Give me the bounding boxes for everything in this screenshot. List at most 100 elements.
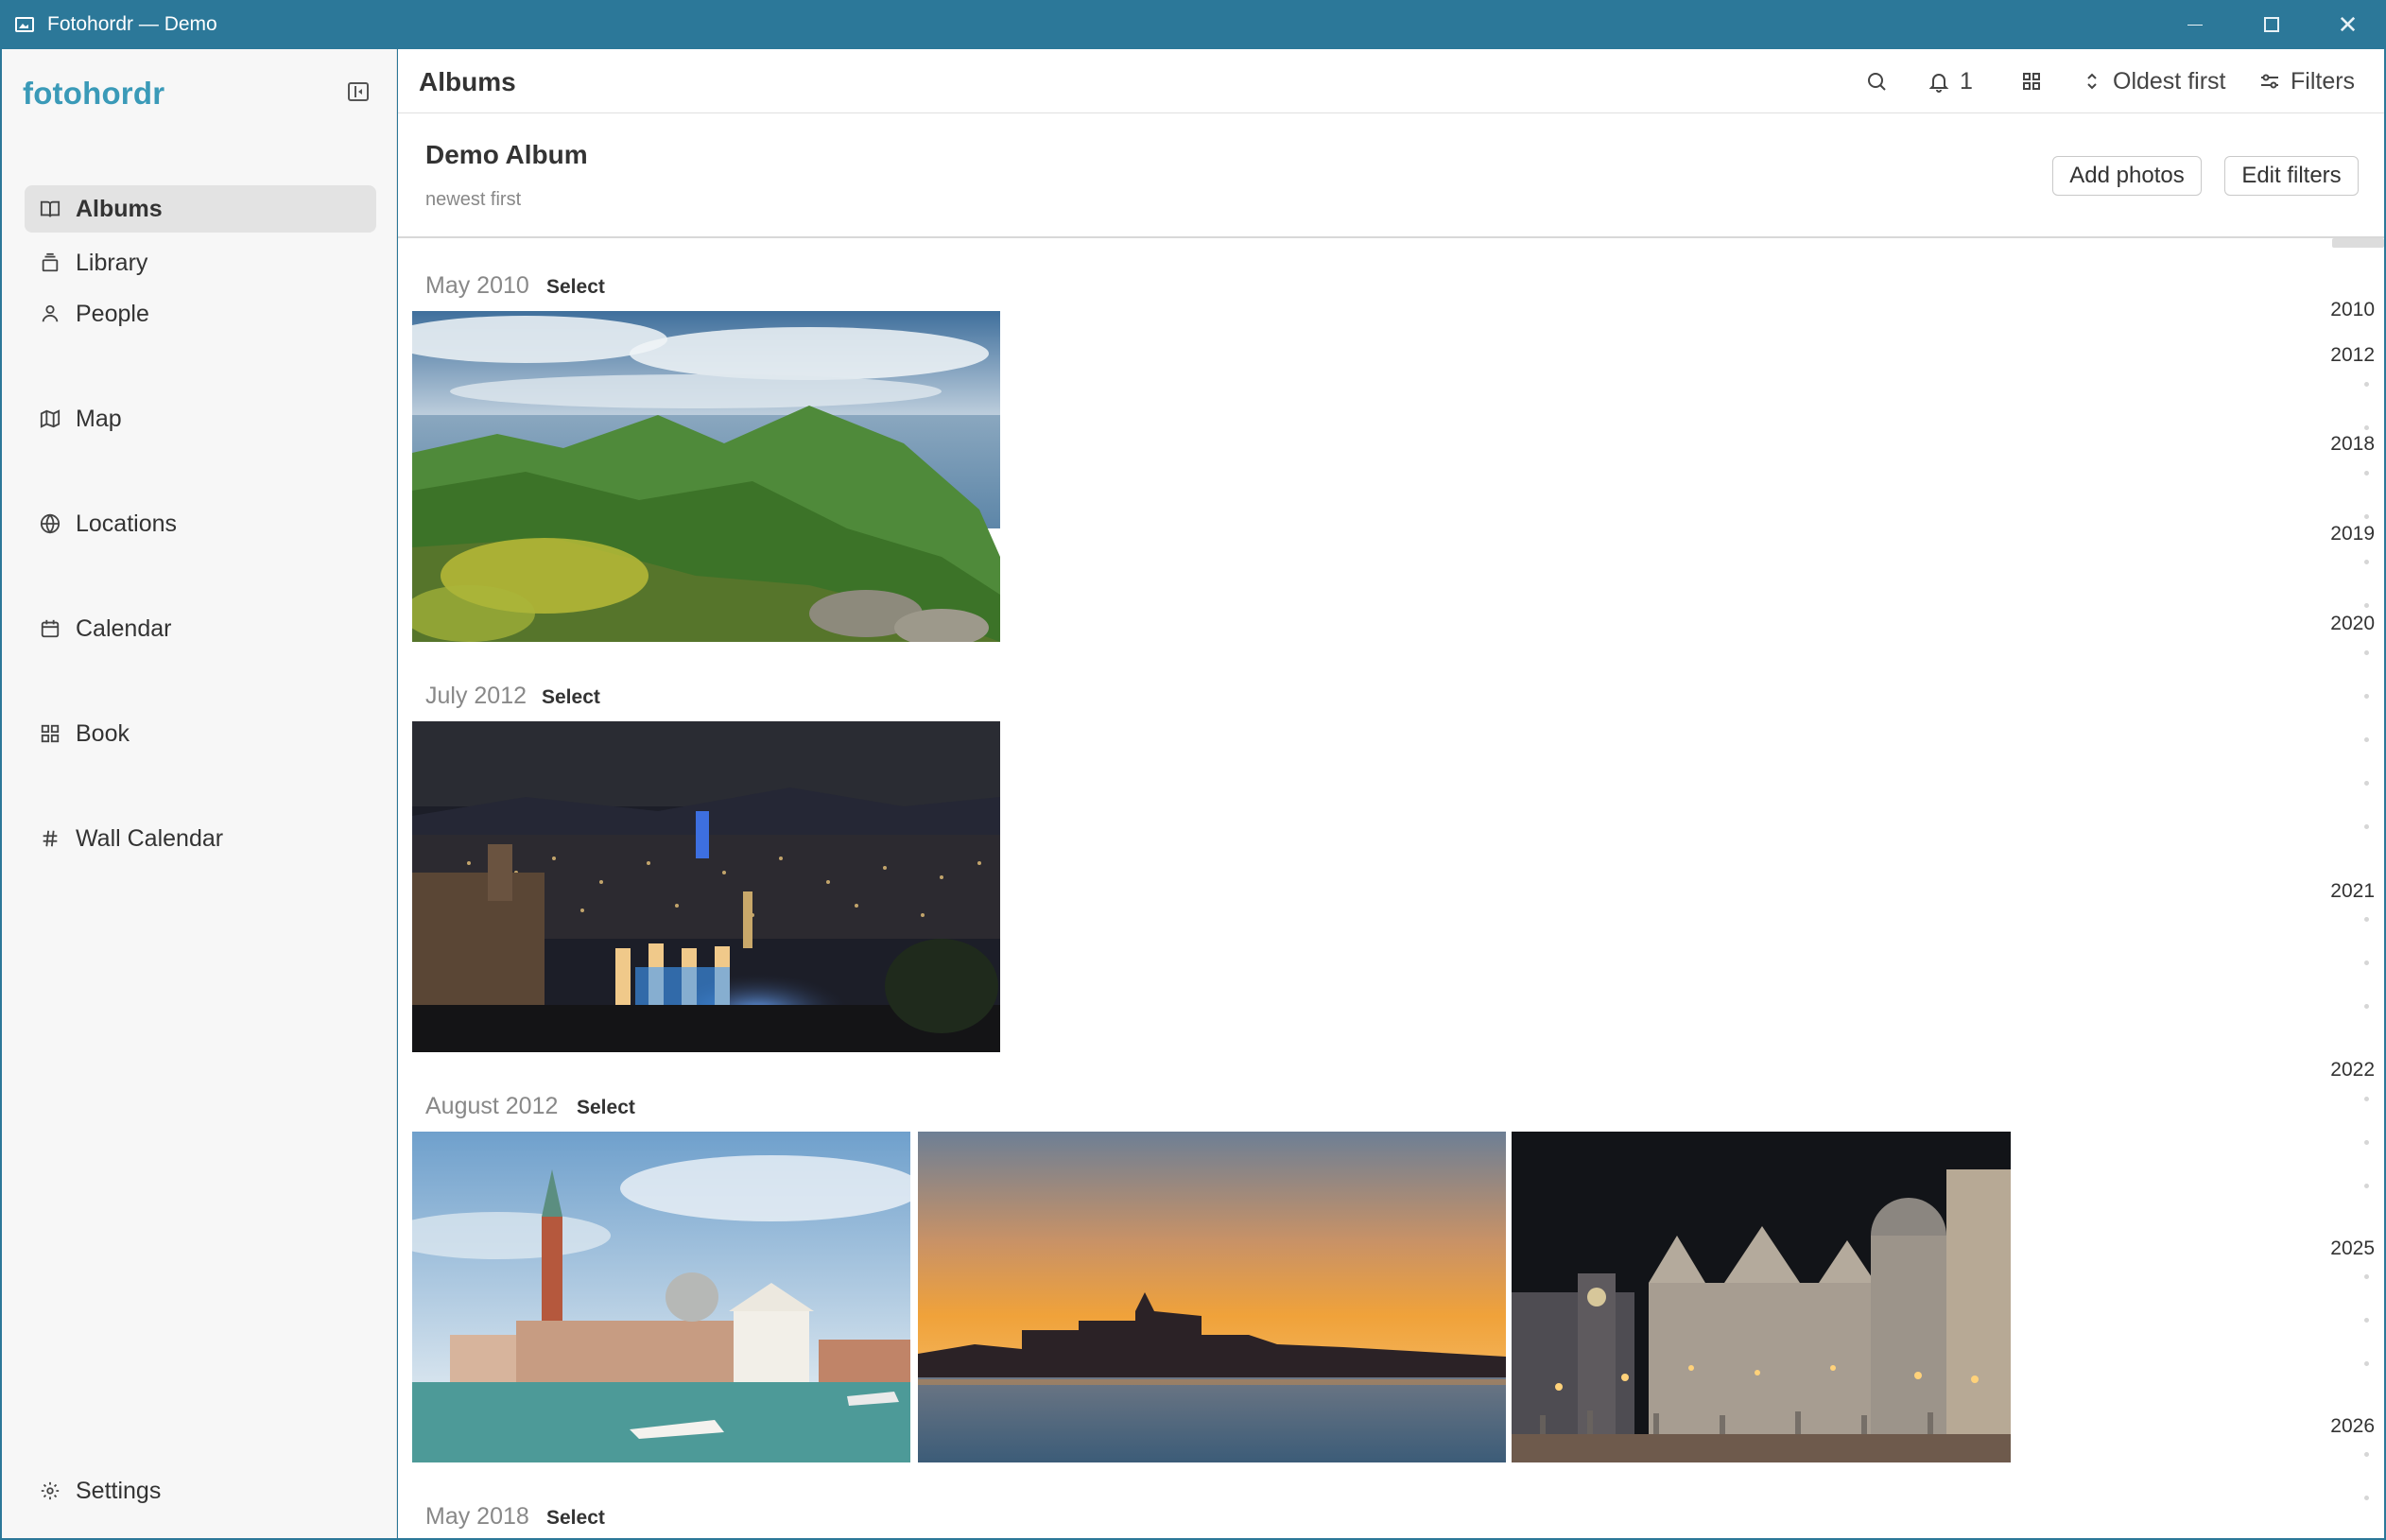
section-select-button[interactable]: Select — [577, 1097, 635, 1119]
timeline-scrubber[interactable]: 2010 2012 2018 2019 2020 2021 2022 2025 — [2308, 238, 2384, 1538]
sidebar-item-label: Wall Calendar — [76, 824, 224, 852]
timeline-dot — [2364, 1361, 2369, 1366]
notifications-button[interactable]: 1 — [1928, 66, 1973, 96]
timeline-dot — [2364, 1496, 2369, 1500]
page-title: Albums — [419, 67, 516, 96]
timeline-year[interactable]: 2020 — [2330, 613, 2375, 635]
timeline-thumb[interactable] — [2332, 238, 2384, 248]
library-icon — [40, 252, 61, 273]
photo-thumbnail[interactable] — [412, 721, 1000, 1052]
sidebar-item-label: Locations — [76, 510, 178, 537]
window-title: Fotohordr — Demo — [47, 13, 217, 35]
timeline-dot — [2364, 781, 2369, 786]
timeline-dot — [2364, 382, 2369, 387]
app-icon — [15, 17, 34, 32]
timeline-dot — [2364, 1140, 2369, 1145]
timeline-year[interactable]: 2018 — [2330, 433, 2375, 456]
sidebar-item-label: Albums — [76, 195, 163, 222]
filter-sliders-icon — [2261, 74, 2278, 89]
sidebar-item-wall-calendar[interactable]: Wall Calendar — [25, 815, 376, 862]
timeline-dot — [2364, 650, 2369, 655]
sort-label: Oldest first — [2113, 67, 2226, 95]
sidebar-item-book[interactable]: Book — [25, 710, 376, 757]
timeline-dot — [2364, 514, 2369, 519]
search-icon — [1868, 73, 1886, 91]
timeline-dot — [2364, 1184, 2369, 1188]
timeline-year[interactable]: 2026 — [2330, 1415, 2375, 1438]
timeline-dot — [2364, 603, 2369, 608]
sidebar-item-albums[interactable]: Albums — [25, 185, 376, 233]
filters-button[interactable]: Filters — [2258, 66, 2355, 96]
timeline-dot — [2364, 737, 2369, 742]
section-select-button[interactable]: Select — [542, 686, 600, 709]
timeline-year[interactable]: 2022 — [2330, 1059, 2375, 1081]
sidebar-item-map[interactable]: Map — [25, 395, 376, 442]
minimize-icon — [2187, 24, 2203, 26]
section-month-title: May 2018 — [425, 1503, 529, 1530]
window-controls: ✕ — [2156, 0, 2386, 49]
section-select-button[interactable]: Select — [546, 1507, 605, 1530]
timeline-year[interactable]: 2025 — [2330, 1237, 2375, 1260]
timeline-dot — [2364, 1452, 2369, 1457]
timeline-dot — [2364, 694, 2369, 699]
minimize-button[interactable] — [2156, 0, 2233, 49]
timeline-dot — [2364, 560, 2369, 564]
map-icon — [40, 408, 61, 429]
hash-icon — [40, 828, 61, 849]
sidebar-item-label: People — [76, 300, 149, 327]
photo-thumbnail[interactable] — [412, 1132, 910, 1462]
bell-icon — [1928, 74, 1949, 93]
calendar-icon — [40, 618, 61, 639]
maximize-icon — [2263, 17, 2279, 32]
timeline-year[interactable]: 2021 — [2330, 880, 2375, 903]
photo-thumbnail[interactable] — [412, 311, 1000, 642]
timeline-dot — [2364, 824, 2369, 829]
sidebar-item-calendar[interactable]: Calendar — [25, 605, 376, 652]
timeline-year[interactable]: 2010 — [2330, 299, 2375, 321]
section-month-title: May 2010 — [425, 272, 529, 299]
section-month-title: August 2012 — [425, 1093, 559, 1119]
sidebar-item-settings[interactable]: Settings — [25, 1467, 376, 1514]
timeline-dot — [2364, 1274, 2369, 1279]
timeline-year[interactable]: 2019 — [2330, 523, 2375, 545]
timeline-dot — [2364, 1318, 2369, 1323]
album-title: Demo Album — [425, 140, 588, 169]
timeline-dot — [2364, 425, 2369, 430]
sort-button[interactable]: Oldest first — [2081, 66, 2225, 96]
person-icon — [40, 303, 61, 324]
close-icon: ✕ — [2337, 10, 2359, 39]
edit-filters-button[interactable]: Edit filters — [2224, 156, 2359, 196]
album-sort-subtitle: newest first — [425, 189, 522, 210]
top-bar: Albums 1 Oldest first Filters — [398, 49, 2384, 113]
close-button[interactable]: ✕ — [2309, 0, 2386, 49]
photo-thumbnail[interactable] — [1512, 1132, 2011, 1462]
albums-icon — [40, 199, 61, 219]
photo-thumbnail[interactable] — [918, 1132, 1506, 1462]
sidebar-item-people[interactable]: People — [25, 290, 376, 337]
add-photos-button[interactable]: Add photos — [2052, 156, 2202, 196]
timeline-dot — [2364, 960, 2369, 965]
timeline-year[interactable]: 2012 — [2330, 344, 2375, 367]
sidebar-item-library[interactable]: Library — [25, 239, 376, 286]
section-month-title: July 2012 — [425, 683, 527, 709]
search-button[interactable] — [1865, 66, 1888, 96]
section-select-button[interactable]: Select — [546, 276, 605, 299]
sidebar-collapse-icon[interactable] — [348, 82, 369, 101]
sidebar-item-label: Library — [76, 249, 148, 276]
timeline-dot — [2364, 917, 2369, 922]
gear-icon — [40, 1480, 61, 1501]
layout-toggle-button[interactable] — [2020, 66, 2043, 96]
sidebar-item-label: Map — [76, 405, 122, 432]
sidebar-item-locations[interactable]: Locations — [25, 500, 376, 547]
sidebar-item-label: Calendar — [76, 614, 172, 642]
main-content: Albums 1 Oldest first Filters Demo Album… — [398, 49, 2384, 1538]
album-header: Demo Album newest first Add photos Edit … — [398, 113, 2384, 238]
timeline-dot — [2364, 471, 2369, 476]
grid-view-icon — [2023, 73, 2040, 90]
maximize-button[interactable] — [2233, 0, 2309, 49]
grid-icon — [40, 723, 61, 744]
brand-logo[interactable]: fotohordr — [23, 76, 164, 112]
globe-icon — [40, 513, 61, 534]
notification-count: 1 — [1960, 67, 1973, 95]
sidebar-item-label: Book — [76, 719, 130, 747]
